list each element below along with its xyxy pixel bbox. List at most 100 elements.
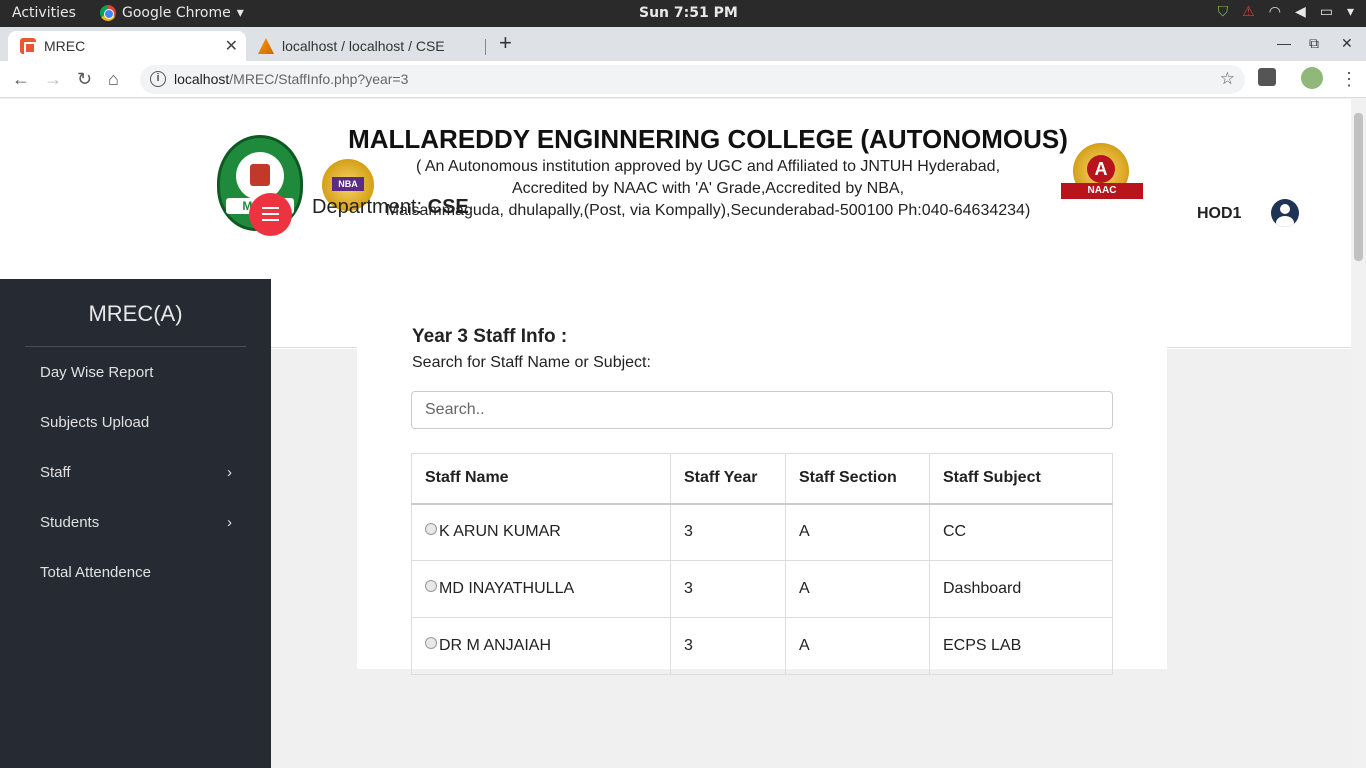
kebab-menu-icon[interactable]: ⋮ xyxy=(1340,69,1358,89)
sidebar: MREC(A) Day Wise Report Subjects Upload … xyxy=(0,279,271,768)
url-path: /MREC/StaffInfo.php?year=3 xyxy=(229,71,409,87)
row-select-radio[interactable] xyxy=(425,523,437,536)
home-icon[interactable]: ⌂ xyxy=(108,69,119,89)
sidebar-brand[interactable]: MREC(A) xyxy=(0,301,271,327)
sidebar-item-total-attendence[interactable]: Total Attendence xyxy=(40,564,240,581)
sidebar-item-day-wise-report[interactable]: Day Wise Report xyxy=(40,364,240,381)
user-avatar-icon[interactable] xyxy=(1271,199,1299,227)
staff-section-cell: A xyxy=(785,560,930,618)
tab-title: MREC xyxy=(44,38,86,54)
search-input[interactable] xyxy=(411,391,1113,429)
table-header-row: Staff Name Staff Year Staff Section Staf… xyxy=(411,453,1113,505)
page-viewport: MREC NBA MALLAREDDY ENGINNERING COLLEGE … xyxy=(0,99,1351,768)
sidebar-item-label: Day Wise Report xyxy=(40,364,154,381)
staff-section-cell: A xyxy=(785,617,930,675)
chevron-right-icon: › xyxy=(227,464,232,481)
staff-name: MD INAYATHULLA xyxy=(439,580,575,597)
chevron-right-icon: › xyxy=(227,514,232,531)
caret-down-icon: ▾ xyxy=(236,5,244,21)
sidebar-divider xyxy=(25,346,246,347)
tab-strip: MREC ✕ localhost / localhost / CSE xyxy=(0,27,1366,61)
tab-separator xyxy=(485,39,486,55)
page-title: Year 3 Staff Info : xyxy=(412,326,568,347)
college-header: MREC NBA MALLAREDDY ENGINNERING COLLEGE … xyxy=(0,99,1351,279)
column-header-staff-subject[interactable]: Staff Subject xyxy=(929,453,1113,505)
staff-name: K ARUN KUMAR xyxy=(439,523,561,541)
sidebar-item-label: Total Attendence xyxy=(40,564,151,581)
naac-grade: A xyxy=(1087,155,1115,183)
college-address-line-2: Accredited by NAAC with 'A' Grade,Accred… xyxy=(511,180,905,197)
tab-title: localhost / localhost / CSE xyxy=(282,38,445,54)
scrollbar-thumb[interactable] xyxy=(1354,113,1363,261)
extension-icon[interactable] xyxy=(1258,68,1276,86)
wifi-icon: ◠ xyxy=(1268,4,1281,20)
department-label: Department: CSE xyxy=(312,196,469,219)
column-header-staff-name[interactable]: Staff Name xyxy=(411,453,671,505)
staff-section-cell: A xyxy=(785,503,930,561)
info-icon[interactable]: i xyxy=(150,71,166,87)
column-header-staff-section[interactable]: Staff Section xyxy=(785,453,930,505)
browser-toolbar: ← → ↻ ⌂ i localhost/MREC/StaffInfo.php?y… xyxy=(0,61,1366,98)
address-bar[interactable]: i localhost/MREC/StaffInfo.php?year=3 ☆ xyxy=(140,65,1245,94)
tab-phpmyadmin[interactable]: localhost / localhost / CSE xyxy=(250,31,486,61)
college-name: MALLAREDDY ENGINNERING COLLEGE (AUTONOMO… xyxy=(348,124,1068,154)
staff-year-cell: 3 xyxy=(670,503,786,561)
reload-icon[interactable]: ↻ xyxy=(77,69,92,89)
back-arrow-icon[interactable]: ← xyxy=(12,69,30,89)
chrome-icon xyxy=(100,5,116,21)
profile-avatar[interactable] xyxy=(1301,67,1323,89)
staff-name: DR M ANJAIAH xyxy=(439,637,552,654)
activities-button[interactable]: Activities xyxy=(12,5,76,21)
close-window-icon[interactable]: ✕ xyxy=(1341,35,1353,52)
staff-year-cell: 3 xyxy=(670,617,786,675)
app-menu[interactable]: Google Chrome ▾ xyxy=(100,5,244,21)
new-tab-button[interactable]: + xyxy=(499,32,512,54)
college-address-line-1: ( An Autonomous institution approved by … xyxy=(415,158,1001,175)
battery-icon: ▭ xyxy=(1319,4,1333,20)
sidebar-item-students[interactable]: Students › xyxy=(40,514,240,531)
staff-name-cell: MD INAYATHULLA xyxy=(411,560,671,618)
warning-icon[interactable]: ⚠ xyxy=(1242,4,1255,20)
table-row: K ARUN KUMAR 3 A CC xyxy=(411,503,1113,561)
sidebar-item-label: Students xyxy=(40,514,100,531)
department-value: CSE xyxy=(427,196,469,218)
college-address-line-3: Maisammaguda, dhulapally,(Post, via Komp… xyxy=(385,202,1031,219)
column-header-staff-year[interactable]: Staff Year xyxy=(670,453,786,505)
table-row: MD INAYATHULLA 3 A Dashboard xyxy=(411,560,1113,618)
url-text[interactable]: localhost/MREC/StaffInfo.php?year=3 xyxy=(174,71,408,87)
page-scrollbar[interactable] xyxy=(1351,99,1366,768)
forward-arrow-icon[interactable]: → xyxy=(44,69,62,89)
volume-icon: ◀ xyxy=(1294,4,1306,20)
table-row: DR M ANJAIAH 3 A ECPS LAB xyxy=(411,617,1113,675)
row-select-radio[interactable] xyxy=(425,637,437,649)
shield-icon[interactable]: ⛉ xyxy=(1218,4,1229,20)
staff-name-cell: DR M ANJAIAH xyxy=(411,617,671,675)
naac-logo: A NAAC xyxy=(1061,143,1143,213)
close-tab-icon[interactable]: ✕ xyxy=(225,36,238,56)
sidebar-item-label: Staff xyxy=(40,464,71,481)
os-top-bar: Activities Google Chrome ▾ Sun 7:51 PM ⛉… xyxy=(0,0,1366,27)
app-menu-label: Google Chrome xyxy=(122,5,231,21)
staff-subject-cell: CC xyxy=(929,503,1113,561)
mrec-favicon-icon xyxy=(20,38,36,54)
system-tray[interactable]: ⛉ ⚠ ◠ ◀ ▭ ▾ xyxy=(1218,4,1354,20)
staff-subject-cell: ECPS LAB xyxy=(929,617,1113,675)
bookmark-star-icon[interactable]: ☆ xyxy=(1220,69,1235,89)
clock[interactable]: Sun 7:51 PM xyxy=(639,5,738,21)
sidebar-toggle-button[interactable] xyxy=(249,193,292,236)
user-name[interactable]: HOD1 xyxy=(1197,205,1241,223)
sidebar-item-staff[interactable]: Staff › xyxy=(40,464,240,481)
naac-ribbon: NAAC xyxy=(1061,183,1143,199)
tab-mrec[interactable]: MREC ✕ xyxy=(8,31,246,61)
sidebar-item-label: Subjects Upload xyxy=(40,414,150,431)
staff-year-cell: 3 xyxy=(670,560,786,618)
restore-icon[interactable]: ⧉ xyxy=(1309,35,1319,52)
row-select-radio[interactable] xyxy=(425,580,437,592)
sidebar-item-subjects-upload[interactable]: Subjects Upload xyxy=(40,414,240,431)
staff-table: Staff Name Staff Year Staff Section Staf… xyxy=(411,453,1113,675)
url-host: localhost xyxy=(174,71,230,87)
phpmyadmin-favicon-icon xyxy=(258,38,274,54)
caret-down-icon: ▾ xyxy=(1346,4,1354,20)
minimize-icon[interactable]: — xyxy=(1277,35,1291,51)
search-instructions: Search for Staff Name or Subject: xyxy=(412,354,651,371)
